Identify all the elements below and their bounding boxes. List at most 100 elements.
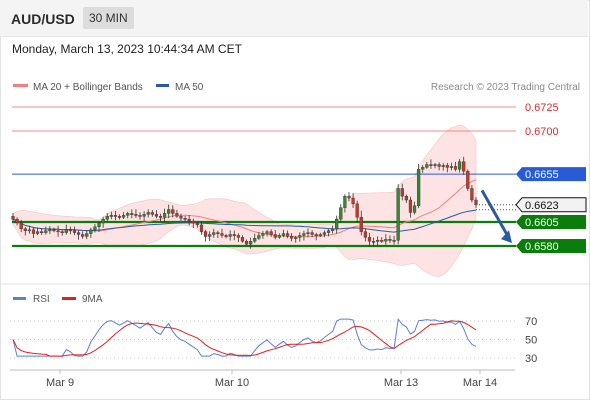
candle <box>19 222 23 229</box>
x-axis-labels: Mar 9 Mar 10 Mar 13 Mar 14 <box>46 370 497 389</box>
candle <box>458 161 462 170</box>
candle <box>298 235 302 238</box>
forecast-arrow-shaft <box>480 189 511 239</box>
candle <box>60 231 64 234</box>
candle <box>179 216 183 219</box>
candle <box>474 199 478 205</box>
candle <box>417 169 421 206</box>
candle <box>232 234 236 236</box>
rsi-tick-label: 50 <box>525 335 537 347</box>
candle <box>290 236 294 239</box>
candle <box>113 215 118 217</box>
candle <box>212 232 216 235</box>
candle <box>101 218 105 224</box>
price-tags: 0.6725 0.6700 0.6655 0.6605 0.6580 0.6623 <box>515 102 587 253</box>
support-label: 0.6580 <box>525 241 559 253</box>
candle <box>199 224 204 232</box>
candle <box>269 231 273 235</box>
candle <box>23 228 27 231</box>
candle <box>400 188 404 197</box>
resistance-label: 0.6725 <box>525 102 559 114</box>
candle <box>56 230 60 233</box>
candle <box>437 164 441 167</box>
candle <box>52 229 56 232</box>
candle <box>326 230 331 233</box>
candle <box>76 232 81 235</box>
candle <box>277 235 281 238</box>
candle <box>261 233 265 236</box>
candle <box>158 216 163 218</box>
x-tick-label: Mar 13 <box>384 377 418 389</box>
resistance-label: 0.6655 <box>525 169 559 181</box>
candle <box>109 215 113 217</box>
candle <box>31 229 36 234</box>
ma9-legend-label: 9MA <box>82 294 103 305</box>
rsi-legend-label: RSI <box>33 294 50 305</box>
candle <box>273 234 277 238</box>
candle <box>150 212 154 215</box>
candle <box>154 214 159 217</box>
candle <box>220 233 224 236</box>
candle <box>187 218 191 222</box>
candle <box>339 207 343 220</box>
candle <box>244 241 249 245</box>
candle <box>228 234 232 237</box>
candle <box>441 165 445 167</box>
candle <box>363 231 367 238</box>
candle <box>208 234 212 237</box>
candle <box>392 240 396 242</box>
candle <box>421 167 425 170</box>
rsi-tick-label: 70 <box>525 316 537 328</box>
candle <box>388 239 392 241</box>
candle <box>425 164 429 168</box>
candle <box>257 235 261 239</box>
candle <box>330 228 335 231</box>
candle <box>40 231 44 234</box>
candle <box>122 215 126 218</box>
candle <box>175 213 179 217</box>
candle <box>429 164 433 166</box>
candle <box>15 218 19 224</box>
candle <box>294 237 298 239</box>
candle <box>408 199 413 213</box>
candle <box>351 197 355 205</box>
candle <box>224 235 228 237</box>
candle <box>396 188 400 241</box>
candle <box>85 233 89 237</box>
candle <box>265 231 269 234</box>
candle <box>314 234 318 236</box>
candle <box>449 166 454 168</box>
candle <box>384 239 388 242</box>
ma20-legend-swatch <box>13 84 28 87</box>
rsi-grid: 70 50 30 <box>10 316 537 365</box>
candle <box>404 195 408 201</box>
candle <box>240 237 245 242</box>
last-price-label: 0.6623 <box>525 200 559 212</box>
ma50-legend-label: MA 50 <box>175 82 204 93</box>
rsi-tick-label: 30 <box>525 353 537 365</box>
candle <box>380 240 384 242</box>
candle <box>183 217 187 220</box>
candle <box>335 218 339 229</box>
candle <box>68 229 72 232</box>
candle <box>27 229 31 232</box>
candle <box>163 213 167 218</box>
candle <box>11 216 15 220</box>
x-tick-label: Mar 9 <box>46 377 74 389</box>
x-tick-label: Mar 14 <box>463 377 497 389</box>
ma9-legend-swatch <box>62 297 76 300</box>
candle <box>203 231 208 237</box>
candle <box>470 188 474 201</box>
candle <box>445 165 449 168</box>
rsi-lines <box>12 317 477 357</box>
candle <box>138 215 142 217</box>
candle <box>249 241 253 245</box>
candle <box>167 209 171 214</box>
candle <box>412 205 417 213</box>
candle <box>72 230 77 233</box>
candle <box>355 203 359 218</box>
support-label: 0.6605 <box>525 217 559 229</box>
candle <box>281 233 286 236</box>
candle <box>191 220 195 224</box>
candle <box>89 229 93 234</box>
